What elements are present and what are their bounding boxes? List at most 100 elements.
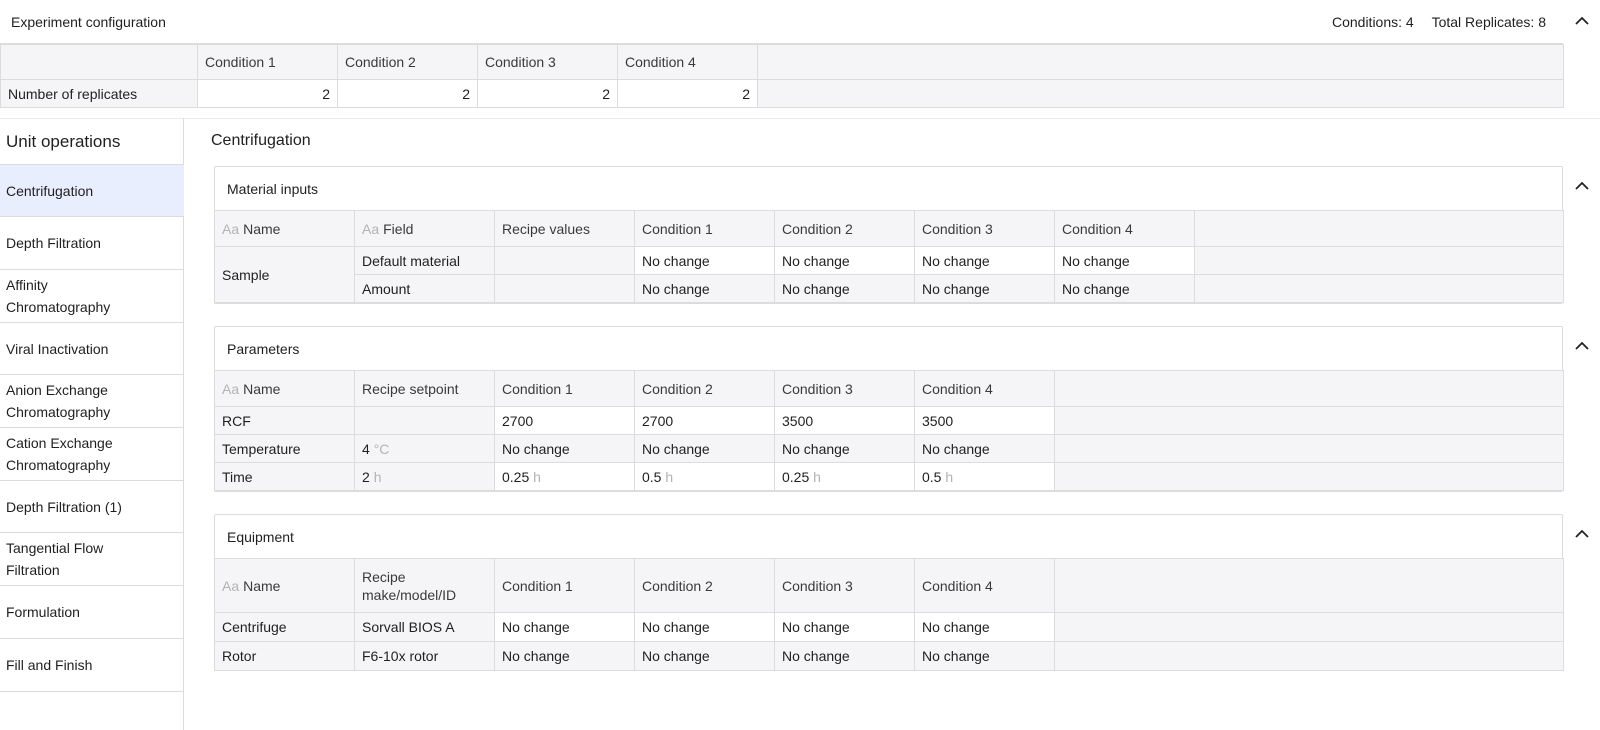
cell-value: 3500 xyxy=(782,412,814,429)
param-condition-3-cell[interactable]: 3500 xyxy=(774,406,915,435)
replicates-input-condition-3[interactable]: 2 xyxy=(477,79,618,108)
material-condition-4-cell[interactable]: No change xyxy=(1054,246,1195,275)
sidebar-item-anion-exchange-chromatography[interactable]: Anion Exchange Chromatography xyxy=(0,375,184,428)
param-condition-2-cell[interactable]: 2700 xyxy=(634,406,775,435)
equipment-name: Centrifuge xyxy=(214,612,355,642)
text-type-icon: Aa xyxy=(222,380,240,397)
sidebar-item-fill-and-finish[interactable]: Fill and Finish xyxy=(0,639,184,692)
param-condition-3-cell[interactable]: 0.25 h xyxy=(774,462,915,491)
col-name-label: Name xyxy=(243,577,281,594)
collapse-parameters-chevron-up-icon[interactable] xyxy=(1573,337,1591,355)
equipment-table: Aa Name Recipe make/model/ID Condition 1 C… xyxy=(214,558,1564,671)
filler xyxy=(1054,406,1564,435)
cell-unit: h xyxy=(813,468,821,485)
col-name-label: Name xyxy=(243,220,281,237)
param-condition-4-cell[interactable]: No change xyxy=(914,434,1055,463)
collapse-experiment-chevron-up-icon[interactable] xyxy=(1573,12,1591,30)
filler xyxy=(1194,274,1564,303)
equipment-condition-1-cell[interactable]: No change xyxy=(494,641,635,671)
param-condition-2-cell[interactable]: 0.5 h xyxy=(634,462,775,491)
sidebar-item-label: Depth Filtration (1) xyxy=(6,498,122,515)
param-setpoint: 2 h xyxy=(354,462,495,491)
filler xyxy=(1054,558,1564,613)
col-condition-2: Condition 2 xyxy=(634,370,775,407)
material-name-sample: Sample xyxy=(214,246,355,303)
equipment-title: Equipment xyxy=(227,529,294,545)
equipment-condition-4-cell[interactable]: No change xyxy=(914,641,1055,671)
sidebar-item-depth-filtration-1[interactable]: Depth Filtration (1) xyxy=(0,481,184,533)
param-condition-3-cell[interactable]: No change xyxy=(774,434,915,463)
filler xyxy=(1054,462,1564,491)
param-setpoint xyxy=(354,406,495,435)
setpoint-value: 4 xyxy=(362,440,370,457)
sidebar-item-affinity-chromatography[interactable]: Affinity Chromatography xyxy=(0,270,184,323)
param-condition-4-cell[interactable]: 0.5 h xyxy=(914,462,1055,491)
cell-value: 0.25 xyxy=(782,468,810,485)
equipment-row-rotor: Rotor F6-10x rotor No change No change N… xyxy=(214,641,1564,671)
param-row-rcf: RCF 2700 2700 3500 3500 xyxy=(214,406,1564,435)
sidebar-item-label: Anion Exchange Chromatography xyxy=(6,382,111,420)
equipment-name: Rotor xyxy=(214,641,355,671)
replicates-filler xyxy=(757,44,1564,80)
col-condition-2: Condition 2 xyxy=(774,210,915,247)
filler xyxy=(1194,210,1564,247)
experiment-config-title: Experiment configuration xyxy=(11,14,166,30)
replicates-input-condition-1[interactable]: 2 xyxy=(197,79,338,108)
collapse-material-inputs-chevron-up-icon[interactable] xyxy=(1573,177,1591,195)
text-type-icon: Aa xyxy=(222,577,240,594)
sidebar-item-label: Cation Exchange Chromatography xyxy=(6,435,113,473)
cell-unit: h xyxy=(945,468,954,485)
unit-operation-title: Centrifugation xyxy=(211,132,311,149)
sidebar-item-viral-inactivation[interactable]: Viral Inactivation xyxy=(0,323,184,375)
sidebar-item-label: Fill and Finish xyxy=(6,657,93,673)
col-field-label: Field xyxy=(383,220,414,237)
total-replicates-count: 8 xyxy=(1538,14,1546,30)
sidebar-item-label: Affinity Chromatography xyxy=(6,277,111,315)
sidebar-item-label: Centrifugation xyxy=(6,182,94,199)
equipment-condition-2-cell[interactable]: No change xyxy=(634,612,775,642)
param-condition-1-cell[interactable]: 0.25 h xyxy=(494,462,635,491)
param-condition-4-cell[interactable]: 3500 xyxy=(914,406,1055,435)
setpoint-unit: °C xyxy=(373,440,390,457)
divider xyxy=(0,118,1600,119)
equipment-condition-3-cell[interactable]: No change xyxy=(774,612,915,642)
replicates-input-condition-2[interactable]: 2 xyxy=(337,79,478,108)
cell-value: 0.5 xyxy=(642,468,662,485)
sidebar-item-centrifugation[interactable]: Centrifugation xyxy=(0,165,184,217)
replicates-input-condition-4[interactable]: 2 xyxy=(617,79,758,108)
material-condition-3-cell[interactable]: No change xyxy=(914,246,1055,275)
col-recipe-line1: Recipe xyxy=(362,568,406,585)
param-name: RCF xyxy=(214,406,355,435)
material-inputs-title: Material inputs xyxy=(227,181,319,197)
col-condition-2: Condition 2 xyxy=(634,558,775,613)
col-condition-3: Condition 3 xyxy=(774,370,915,407)
equipment-row-centrifuge: Centrifuge Sorvall BIOS A No change No c… xyxy=(214,612,1564,642)
cell-value: 2700 xyxy=(502,412,534,429)
sidebar-item-tangential-flow-filtration[interactable]: Tangential Flow Filtration xyxy=(0,533,184,586)
sidebar-item-depth-filtration[interactable]: Depth Filtration xyxy=(0,217,184,270)
collapse-equipment-chevron-up-icon[interactable] xyxy=(1573,525,1591,543)
material-condition-1-cell[interactable]: No change xyxy=(634,246,775,275)
cell-value: 0.5 xyxy=(922,468,942,485)
param-condition-1-cell[interactable]: 2700 xyxy=(494,406,635,435)
equipment-condition-1-cell[interactable]: No change xyxy=(494,612,635,642)
equipment-condition-3-cell[interactable]: No change xyxy=(774,641,915,671)
sidebar-item-cation-exchange-chromatography[interactable]: Cation Exchange Chromatography xyxy=(0,428,184,481)
cell-value: No change xyxy=(922,440,990,457)
col-name: Aa Name xyxy=(214,210,355,247)
material-condition-2-cell[interactable]: No change xyxy=(774,246,915,275)
material-condition-4-cell[interactable]: No change xyxy=(1054,274,1195,303)
material-condition-3-cell[interactable]: No change xyxy=(914,274,1055,303)
param-condition-1-cell[interactable]: No change xyxy=(494,434,635,463)
param-condition-2-cell[interactable]: No change xyxy=(634,434,775,463)
equipment-condition-4-cell[interactable]: No change xyxy=(914,612,1055,642)
material-recipe-value xyxy=(494,274,635,303)
col-condition-3: Condition 3 xyxy=(774,558,915,613)
sidebar-item-formulation[interactable]: Formulation xyxy=(0,586,184,639)
replicates-col-condition-2: Condition 2 xyxy=(337,44,478,80)
equipment-recipe: F6-10x rotor xyxy=(354,641,495,671)
material-condition-1-cell[interactable]: No change xyxy=(634,274,775,303)
equipment-condition-2-cell[interactable]: No change xyxy=(634,641,775,671)
experiment-summary: Conditions: 4 Total Replicates: 8 xyxy=(1332,14,1546,30)
material-condition-2-cell[interactable]: No change xyxy=(774,274,915,303)
